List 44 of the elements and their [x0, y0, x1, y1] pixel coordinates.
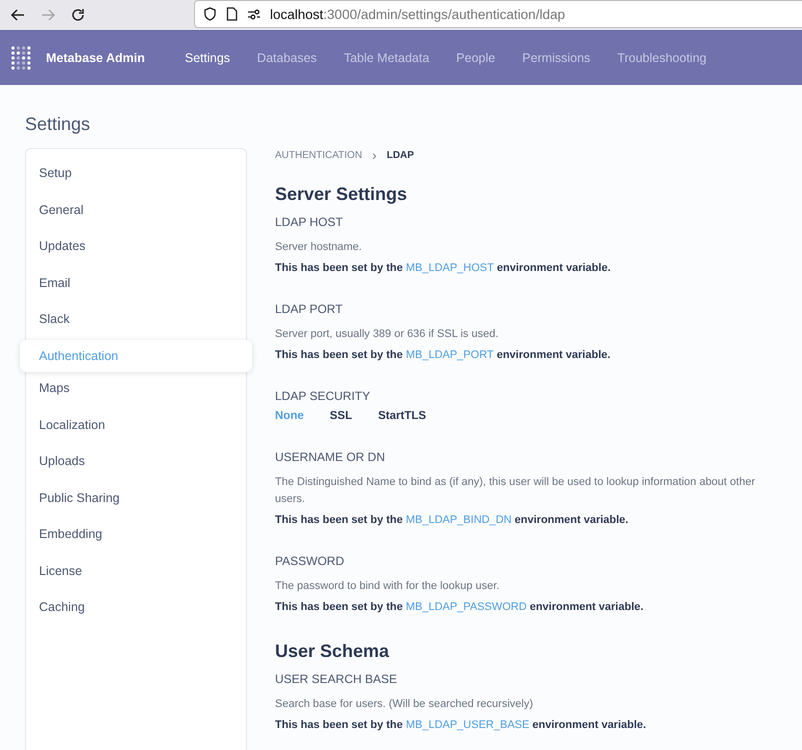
security-option[interactable]: StartTLS — [378, 410, 426, 422]
reload-icon[interactable] — [70, 7, 86, 23]
setting-label: LDAP SECURITY — [275, 389, 372, 403]
sidebar-item[interactable]: Updates — [26, 234, 246, 270]
setting-description: Server port, usually 389 or 636 if SSL is used. — [275, 327, 500, 342]
sidebar-item[interactable]: Setup — [26, 161, 246, 198]
sidebar-item[interactable]: Email — [26, 270, 246, 307]
setting-label: LDAP HOST — [275, 215, 344, 229]
setting-label: USER SEARCH BASE — [275, 672, 398, 686]
env-variable-note: This has been set by the MB_LDAP_PORT environment variable. — [275, 349, 612, 361]
sidebar-item[interactable]: Localization — [26, 412, 246, 449]
env-variable-note: This has been set by the MB_LDAP_HOST environment variable. — [275, 262, 612, 274]
page-title: Settings — [25, 113, 92, 136]
shield-icon — [203, 7, 217, 21]
setting-label: PASSWORD — [275, 554, 346, 568]
env-variable-note: This has been set by the MB_LDAP_BIND_DN environment variable. — [275, 514, 630, 526]
setting-description: The password to bind with for the lookup user. — [275, 579, 500, 594]
sidebar-item[interactable]: General — [26, 198, 246, 234]
setting-description: Search base for users. (Will be searched recursively) — [275, 697, 534, 712]
sidebar-item[interactable]: Uploads — [26, 449, 246, 486]
url-text: localhost:3000/admin/settings/authentication/ldap — [270, 6, 565, 22]
sidebar-item[interactable]: Embedding — [26, 522, 246, 558]
back-icon[interactable] — [10, 7, 26, 23]
sidebar-item[interactable]: License — [26, 558, 246, 595]
sidebar-item[interactable]: Maps — [26, 376, 246, 412]
breadcrumb-link[interactable]: AUTHENTICATION — [275, 150, 362, 160]
nav-tab[interactable]: Settings — [184, 51, 230, 65]
breadcrumb-current: LDAP — [386, 150, 414, 160]
page-icon — [226, 7, 238, 21]
setting-label: LDAP PORT — [275, 302, 344, 316]
logo-icon — [10, 45, 32, 71]
brand-name: Metabase Admin — [46, 51, 145, 65]
security-option[interactable]: SSL — [330, 410, 352, 422]
address-bar[interactable]: localhost:3000/admin/settings/authentication/ldap — [194, 0, 802, 28]
sidebar-item[interactable]: Caching — [26, 595, 246, 632]
setting-label: USERNAME OR DN — [275, 450, 386, 464]
breadcrumb-separator: › — [372, 147, 377, 163]
env-variable-note: This has been set by the MB_LDAP_USER_BASE environment variable. — [275, 719, 648, 731]
setting-description: Server hostname. — [275, 240, 363, 255]
env-variable-note: This has been set by the MB_LDAP_PASSWORD environment variable. — [275, 601, 644, 613]
setting-description: The Distinguished Name to bind as (if any), this user will be used to lookup information about other users. — [275, 475, 756, 507]
section-heading: User Schema — [275, 641, 390, 662]
sidebar-item[interactable]: Public Sharing — [26, 486, 246, 522]
section-heading: Server Settings — [275, 184, 408, 205]
